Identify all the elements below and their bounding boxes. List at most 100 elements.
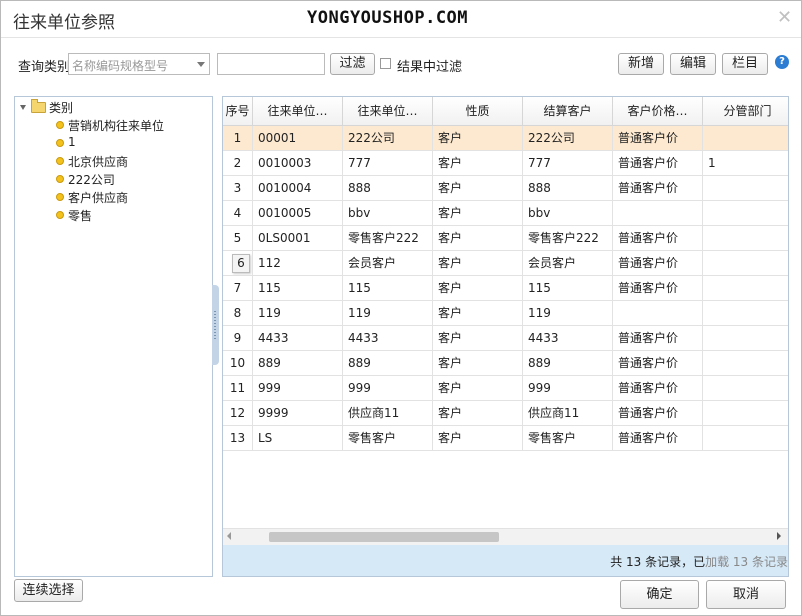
table-row[interactable]: 3 0010004 888 客户 888 普通客户价 bbox=[223, 176, 788, 201]
table-cell: 客户 bbox=[433, 176, 523, 200]
table-row[interactable]: 5 0LS0001 零售客户222 客户 零售客户222 普通客户价 bbox=[223, 226, 788, 251]
node-dot-icon bbox=[56, 211, 64, 219]
tree-node[interactable]: 北京供应商 bbox=[15, 153, 205, 169]
table-row[interactable]: 13 LS 零售客户 客户 零售客户 普通客户价 bbox=[223, 426, 788, 451]
ok-button[interactable]: 确定 bbox=[620, 580, 699, 609]
column-header[interactable]: 序号 bbox=[223, 97, 253, 125]
column-header[interactable]: 往来单位… bbox=[253, 97, 343, 125]
table-cell: 客户 bbox=[433, 301, 523, 325]
column-header[interactable]: 分管部门 bbox=[703, 97, 788, 125]
table-cell: 零售客户 bbox=[523, 426, 613, 450]
table-row[interactable]: 4 0010005 bbv 客户 bbv bbox=[223, 201, 788, 226]
table-cell bbox=[703, 251, 788, 275]
table-cell: 0010004 bbox=[253, 176, 343, 200]
edit-button[interactable]: 编辑 bbox=[670, 53, 716, 75]
table-row[interactable]: 7 115 115 客户 115 普通客户价 bbox=[223, 276, 788, 301]
tree-root[interactable]: 类别 bbox=[15, 99, 205, 115]
table-row[interactable]: 10 889 889 客户 889 普通客户价 bbox=[223, 351, 788, 376]
scrollbar-thumb[interactable] bbox=[269, 532, 499, 542]
column-header[interactable]: 结算客户 bbox=[523, 97, 613, 125]
table-cell: 999 bbox=[523, 376, 613, 400]
horizontal-scrollbar[interactable] bbox=[223, 528, 788, 545]
table-cell: 普通客户价 bbox=[613, 376, 703, 400]
table-row[interactable]: 12 9999 供应商11 客户 供应商11 普通客户价 bbox=[223, 401, 788, 426]
row-number: 11 bbox=[223, 376, 253, 400]
table-cell: 119 bbox=[343, 301, 433, 325]
reference-dialog: 往来单位参照 YONGYOUSHOP.COM ✕ 查询类别 名称编码规格型号 过… bbox=[0, 0, 802, 616]
help-icon[interactable]: ? bbox=[775, 55, 789, 69]
table-cell bbox=[703, 301, 788, 325]
tree-node-label: 营销机构往来单位 bbox=[68, 119, 165, 133]
table-row[interactable]: 1 00001 222公司 客户 222公司 普通客户价 bbox=[223, 126, 788, 151]
column-header[interactable]: 性质 bbox=[433, 97, 523, 125]
row-number: 2 bbox=[223, 151, 253, 175]
tree-root-label: 类别 bbox=[49, 101, 74, 115]
table-cell: 客户 bbox=[433, 251, 523, 275]
column-header[interactable]: 往来单位… bbox=[343, 97, 433, 125]
column-header[interactable]: 客户价格… bbox=[613, 97, 703, 125]
filter-button[interactable]: 过滤 bbox=[330, 53, 375, 75]
table-cell bbox=[703, 176, 788, 200]
scroll-left-icon[interactable] bbox=[227, 532, 231, 540]
node-dot-icon bbox=[56, 139, 64, 147]
table-cell: 零售客户222 bbox=[343, 226, 433, 250]
title-bar: 往来单位参照 YONGYOUSHOP.COM ✕ bbox=[1, 1, 801, 38]
table-cell: 4433 bbox=[523, 326, 613, 350]
row-number: 5 bbox=[223, 226, 253, 250]
table-cell bbox=[703, 126, 788, 150]
node-dot-icon bbox=[56, 193, 64, 201]
table-cell: 222公司 bbox=[343, 126, 433, 150]
table-cell: 普通客户价 bbox=[613, 276, 703, 300]
scroll-right-icon[interactable] bbox=[777, 532, 781, 540]
table-cell: 普通客户价 bbox=[613, 151, 703, 175]
table-cell: 888 bbox=[523, 176, 613, 200]
cancel-button[interactable]: 取消 bbox=[706, 580, 786, 609]
table-cell: 客户 bbox=[433, 376, 523, 400]
tree-node-label: 零售 bbox=[68, 209, 93, 223]
tree-node[interactable]: 营销机构往来单位 bbox=[15, 117, 205, 133]
filter-in-results-checkbox[interactable] bbox=[380, 58, 391, 69]
table-row[interactable]: 11 999 999 客户 999 普通客户价 bbox=[223, 376, 788, 401]
table-cell: 777 bbox=[343, 151, 433, 175]
row-number: 8 bbox=[223, 301, 253, 325]
tree-node[interactable]: 222公司 bbox=[15, 171, 205, 187]
grid-header: 序号 往来单位… 往来单位… 性质 结算客户 客户价格… 分管部门 bbox=[223, 97, 788, 126]
table-cell: 222公司 bbox=[523, 126, 613, 150]
node-dot-icon bbox=[56, 175, 64, 183]
panel-splitter[interactable] bbox=[212, 285, 219, 365]
table-cell: 112 bbox=[253, 251, 343, 275]
table-cell: 0LS0001 bbox=[253, 226, 343, 250]
table-cell: bbv bbox=[523, 201, 613, 225]
caret-down-icon[interactable] bbox=[20, 105, 26, 110]
columns-button[interactable]: 栏目 bbox=[722, 53, 768, 75]
table-row[interactable]: 2 0010003 777 客户 777 普通客户价 1 bbox=[223, 151, 788, 176]
table-cell: 会员客户 bbox=[523, 251, 613, 275]
table-cell: 9999 bbox=[253, 401, 343, 425]
table-cell: 115 bbox=[343, 276, 433, 300]
table-cell: 889 bbox=[343, 351, 433, 375]
table-cell: 客户 bbox=[433, 326, 523, 350]
filter-input[interactable] bbox=[217, 53, 325, 75]
node-dot-icon bbox=[56, 157, 64, 165]
tree-node[interactable]: 零售 bbox=[15, 207, 205, 223]
new-button[interactable]: 新增 bbox=[618, 53, 664, 75]
table-cell bbox=[703, 226, 788, 250]
row-number: 1 bbox=[223, 126, 253, 150]
table-row[interactable]: 8 119 119 客户 119 bbox=[223, 301, 788, 326]
table-cell: 客户 bbox=[433, 151, 523, 175]
table-cell: 客户 bbox=[433, 201, 523, 225]
table-cell: 999 bbox=[253, 376, 343, 400]
tree-node-label: 客户供应商 bbox=[68, 191, 129, 205]
unit-grid: 序号 往来单位… 往来单位… 性质 结算客户 客户价格… 分管部门 1 00001 222公司客… bbox=[222, 96, 789, 577]
table-cell bbox=[703, 326, 788, 350]
table-row[interactable]: 9 4433 4433 客户 4433 普通客户价 bbox=[223, 326, 788, 351]
row-number: 3 bbox=[223, 176, 253, 200]
row-number: 10 bbox=[223, 351, 253, 375]
table-row[interactable]: 6 112 会员客户 客户 会员客户 普通客户价 bbox=[223, 251, 788, 276]
tree-node[interactable]: 客户供应商 bbox=[15, 189, 205, 205]
continuous-select-button[interactable]: 连续选择 bbox=[14, 579, 83, 602]
query-category-select[interactable]: 名称编码规格型号 bbox=[68, 53, 210, 75]
tree-node[interactable]: 1 bbox=[15, 135, 205, 151]
row-number: 6 bbox=[223, 251, 253, 275]
close-icon[interactable]: ✕ bbox=[777, 7, 792, 28]
